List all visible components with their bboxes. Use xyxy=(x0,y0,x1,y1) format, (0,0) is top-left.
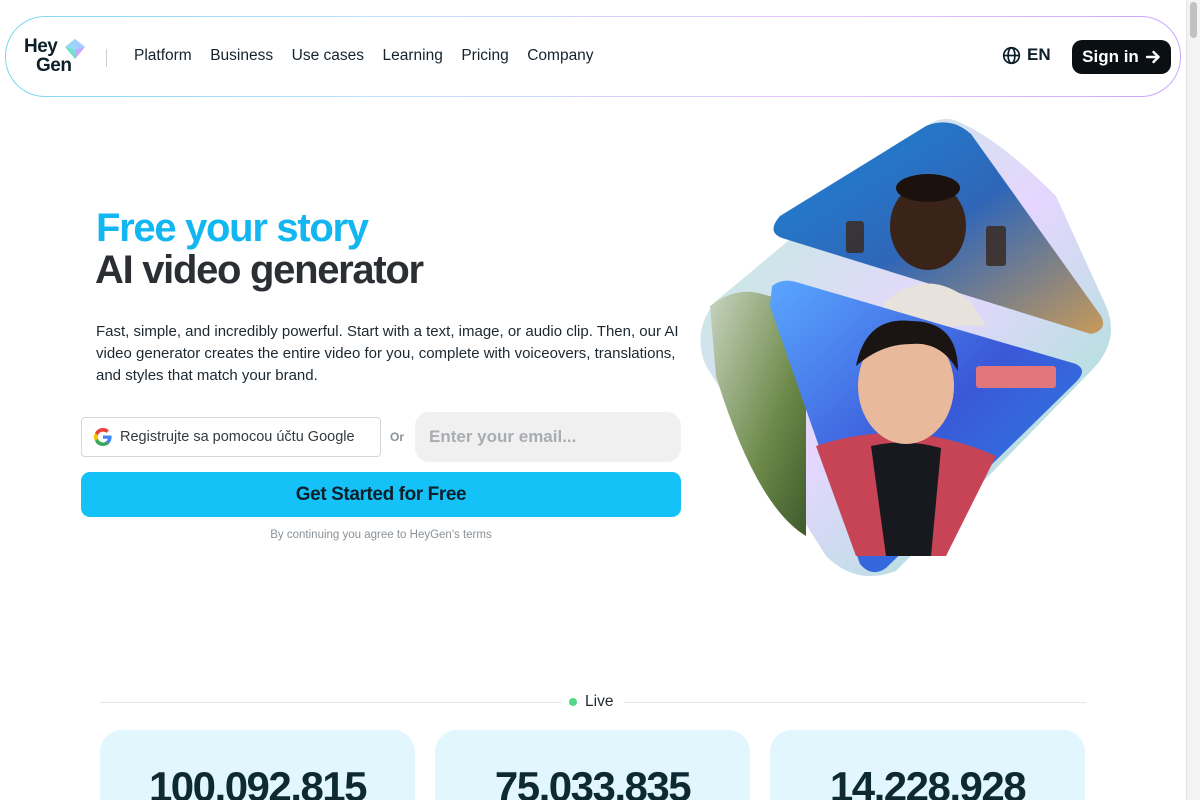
stat-card: 100,092,815 xyxy=(100,730,415,800)
language-label: EN xyxy=(1027,45,1051,64)
live-divider-right xyxy=(624,702,1086,703)
nav-divider xyxy=(106,49,107,67)
stat-value: 100,092,815 xyxy=(148,763,368,800)
hero-title-accent: Free your story xyxy=(96,206,369,250)
globe-icon xyxy=(1002,46,1021,64)
stat-value: 75,033,835 xyxy=(494,763,692,800)
heygen-logo[interactable]: Hey Gen xyxy=(24,35,94,79)
nav-link-use-cases[interactable]: Use cases xyxy=(292,47,364,65)
logo-text-hey: Hey xyxy=(24,36,58,57)
stat-card: 75,033,835 xyxy=(435,730,750,800)
google-signup-label: Registrujte sa pomocou účtu Google xyxy=(120,429,355,445)
language-selector[interactable]: EN xyxy=(1002,45,1051,65)
hero-title: AI video generator xyxy=(95,248,424,292)
stat-card: 14,228,928 xyxy=(770,730,1085,800)
hero-description: Fast, simple, and incredibly powerful. S… xyxy=(96,323,679,384)
top-navbar: Hey Gen Platform Business Use cases Lear… xyxy=(5,16,1181,97)
hero-video-prism xyxy=(700,118,1111,576)
arrow-right-icon xyxy=(1145,50,1160,64)
google-icon xyxy=(94,428,112,446)
nav-link-learning[interactable]: Learning xyxy=(383,47,443,65)
terms-notice: By continuing you agree to HeyGen's term… xyxy=(270,529,492,541)
heygen-logo-icon xyxy=(65,39,85,59)
email-input[interactable] xyxy=(415,412,681,462)
page-scrollbar[interactable] xyxy=(1186,0,1200,800)
sign-in-button[interactable]: Sign in xyxy=(1072,40,1171,74)
live-divider-left xyxy=(100,702,562,703)
stat-value: 14,228,928 xyxy=(829,763,1027,800)
or-separator: Or xyxy=(390,430,405,444)
scrollbar-thumb[interactable] xyxy=(1190,2,1197,38)
nav-link-business[interactable]: Business xyxy=(210,47,273,65)
nav-link-platform[interactable]: Platform xyxy=(134,47,192,65)
live-status-dot xyxy=(569,698,577,706)
nav-links: Platform Business Use cases Learning Pri… xyxy=(134,47,612,65)
nav-link-company[interactable]: Company xyxy=(527,47,593,65)
sign-in-label: Sign in xyxy=(1082,47,1139,66)
get-started-button[interactable]: Get Started for Free xyxy=(81,472,681,517)
google-signup-button[interactable]: Registrujte sa pomocou účtu Google xyxy=(81,417,381,457)
live-label: Live xyxy=(585,693,614,710)
nav-link-pricing[interactable]: Pricing xyxy=(461,47,508,65)
